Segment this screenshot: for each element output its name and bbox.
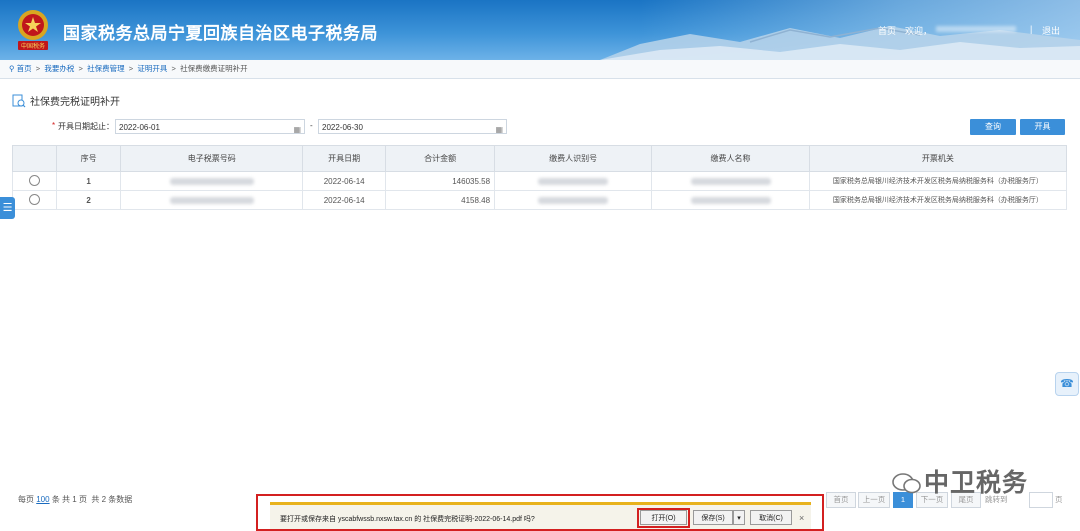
welcome-text: 欢迎， — [905, 26, 933, 36]
column-header: 电子税票号码 — [120, 145, 304, 172]
row-radio[interactable] — [29, 174, 40, 186]
row-radio[interactable] — [29, 193, 40, 205]
location-pin-icon: ⚲ — [9, 64, 15, 73]
breadcrumb-home[interactable]: 首页 — [17, 60, 32, 78]
wechat-icon — [892, 473, 921, 494]
column-header: 缴费人识别号 — [494, 145, 653, 172]
breadcrumb-certificate[interactable]: 证明开具 — [137, 60, 167, 78]
column-header: 缴费人名称 — [651, 145, 810, 172]
issuing-office: 国家税务总局银川经济技术开发区税务局纳税服务科（办税服务厅） — [808, 171, 1068, 191]
date-range-dash: - — [310, 121, 313, 130]
required-mark: * — [52, 121, 56, 130]
total-amount: 4158.48 — [385, 190, 496, 210]
watermark-text: 中卫税务 — [924, 469, 1029, 497]
table-row[interactable]: 2 2022-06-14 4158.48 国家税务总局银川经济技术开发区税务局纳… — [11, 190, 1068, 210]
side-menu-tab[interactable]: ☰ — [0, 197, 15, 219]
customer-service-icon[interactable]: ☎ — [1055, 372, 1079, 396]
breadcrumb-separator: > — [126, 64, 136, 73]
column-header: 开票机关 — [808, 145, 1068, 172]
pagination-info: 每页 100 条 共 1 页 共 2 条数据 — [18, 494, 132, 505]
pager-goto-input[interactable] — [1029, 492, 1053, 508]
issue-button[interactable]: 开具 — [1020, 119, 1065, 135]
user-name-redacted — [936, 26, 1016, 32]
date-range-label: 开具日期起止： — [58, 122, 114, 131]
total-amount: 146035.58 — [385, 171, 496, 191]
page-count: 条 共 1 页 — [51, 495, 87, 504]
download-bar-highlight — [256, 494, 824, 531]
date-from-value: 2022-06-01 — [119, 123, 160, 132]
page-title-text: 社保费完税证明补开 — [30, 97, 120, 108]
breadcrumb: ⚲ 首页 > 我要办税 > 社保费管理 > 证明开具 > 社保费缴费证明补开 — [0, 60, 1080, 79]
calendar-icon[interactable]: ▦ — [293, 122, 301, 137]
app-header: 中国税务 国家税务总局宁夏回族自治区电子税务局 首页 欢迎， | 退出 — [0, 0, 1080, 60]
row-select-cell[interactable] — [11, 190, 58, 210]
pager-page-suffix: 页 — [1055, 495, 1063, 504]
tax-emblem-icon: 中国税务 — [18, 10, 48, 50]
pager-first[interactable]: 首页 — [826, 492, 856, 508]
column-header: 合计金额 — [385, 145, 496, 172]
pager-prev[interactable]: 上一页 — [858, 492, 890, 508]
select-column-header — [11, 145, 58, 172]
calendar-icon[interactable]: ▦ — [495, 122, 503, 137]
table-header-row: 序号 电子税票号码 开具日期 合计金额 缴费人识别号 缴费人名称 开票机关 — [11, 145, 1068, 172]
date-filter-row: * 开具日期起止： 2022-06-01 ▦ - 2022-06-30 ▦ 查询… — [0, 119, 1080, 139]
ticket-number-redacted — [120, 171, 304, 191]
payer-id-redacted — [494, 190, 653, 210]
per-page-select[interactable]: 100 — [36, 495, 49, 504]
header-separator: | — [1030, 24, 1033, 34]
home-link[interactable]: 首页 — [878, 24, 896, 37]
logout-link[interactable]: 退出 — [1042, 24, 1060, 37]
payer-name-redacted — [651, 190, 810, 210]
payer-id-redacted — [494, 171, 653, 191]
breadcrumb-separator: > — [76, 64, 85, 73]
date-to-input[interactable]: 2022-06-30 ▦ — [318, 119, 507, 134]
document-search-icon — [12, 94, 26, 108]
breadcrumb-separator: > — [169, 64, 178, 73]
per-page-label: 每页 — [18, 495, 34, 504]
pager-page-1[interactable]: 1 — [893, 492, 913, 508]
table-row[interactable]: 1 2022-06-14 146035.58 国家税务总局银川经济技术开发区税务… — [11, 171, 1068, 191]
column-header: 开具日期 — [302, 145, 387, 172]
issue-date: 2022-06-14 — [302, 171, 387, 191]
payer-name-redacted — [651, 171, 810, 191]
query-button[interactable]: 查询 — [970, 119, 1016, 135]
breadcrumb-social-fee[interactable]: 社保费管理 — [87, 60, 125, 78]
total-count: 共 2 条数据 — [91, 495, 133, 504]
column-header: 序号 — [56, 145, 122, 172]
emblem-text: 中国税务 — [21, 42, 45, 50]
row-number: 1 — [56, 171, 122, 191]
breadcrumb-separator: > — [33, 64, 43, 73]
ticket-number-redacted — [120, 190, 304, 210]
site-title: 国家税务总局宁夏回族自治区电子税务局 — [63, 24, 378, 43]
breadcrumb-current: 社保费缴费证明补开 — [180, 64, 248, 73]
issue-date: 2022-06-14 — [302, 190, 387, 210]
page-title: 社保费完税证明补开 — [12, 93, 120, 108]
main-panel: 社保费完税证明补开 * 开具日期起止： 2022-06-01 ▦ - 2022-… — [0, 79, 1080, 531]
date-to-value: 2022-06-30 — [322, 123, 363, 132]
certificate-table: 序号 电子税票号码 开具日期 合计金额 缴费人识别号 缴费人名称 开票机关 1 … — [11, 145, 1068, 210]
row-select-cell[interactable] — [11, 171, 58, 191]
date-from-input[interactable]: 2022-06-01 ▦ — [115, 119, 305, 134]
issuing-office: 国家税务总局银川经济技术开发区税务局纳税服务科（办税服务厅） — [808, 190, 1068, 210]
row-number: 2 — [56, 190, 122, 210]
breadcrumb-tax-services[interactable]: 我要办税 — [44, 60, 74, 78]
